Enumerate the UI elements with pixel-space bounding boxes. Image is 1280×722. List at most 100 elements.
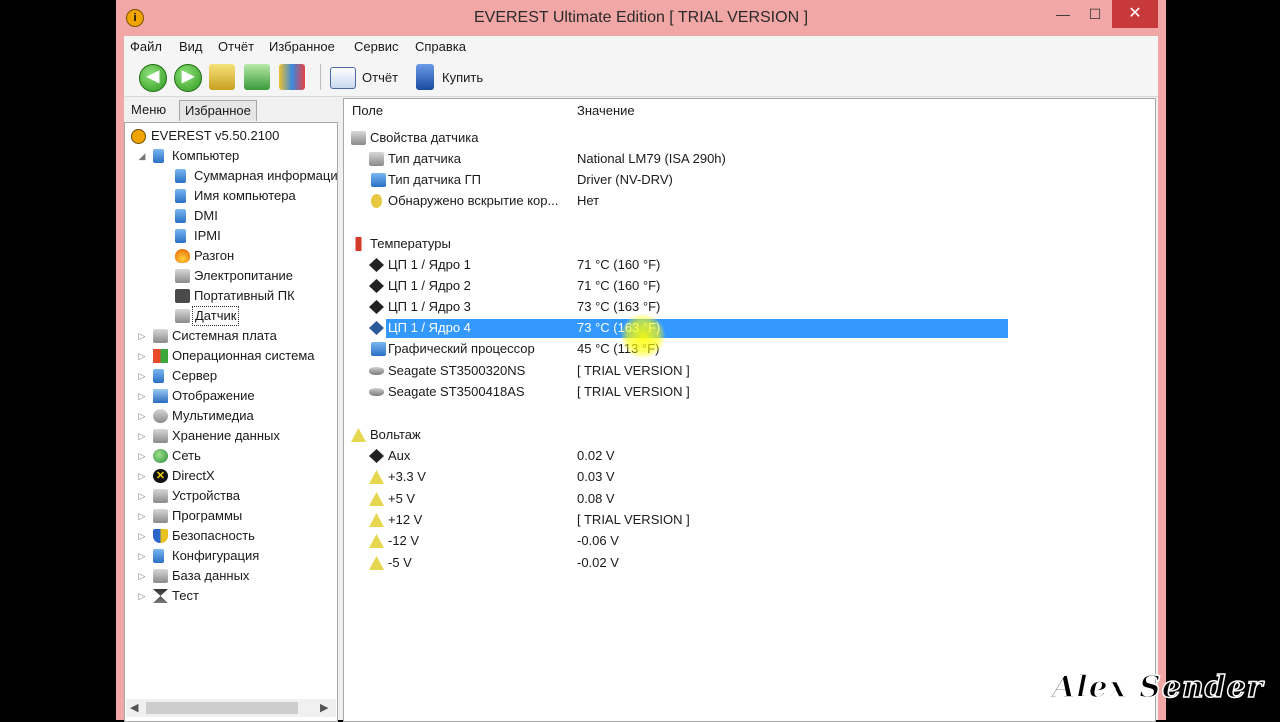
database-icon xyxy=(153,569,168,583)
tab-favorites[interactable]: Избранное xyxy=(179,100,257,121)
motherboard-icon xyxy=(153,329,168,343)
table-row[interactable]: +5 V 0.08 V xyxy=(344,489,1155,509)
tree-item-network[interactable]: ▷ Сеть xyxy=(125,446,337,466)
menu-service[interactable]: Сервис xyxy=(354,39,399,54)
report-button-label[interactable]: Отчёт xyxy=(362,70,398,85)
expand-arrow-icon[interactable]: ◢ xyxy=(137,146,147,166)
programs-icon xyxy=(153,509,168,523)
table-row[interactable]: -5 V -0.02 V xyxy=(344,553,1155,573)
title-bar[interactable]: i EVEREST Ultimate Edition [ TRIAL VERSI… xyxy=(116,0,1166,36)
menu-help[interactable]: Справка xyxy=(415,39,466,54)
table-row[interactable]: Seagate ST3500418AS [ TRIAL VERSION ] xyxy=(344,382,1155,402)
field-cell: ЦП 1 / Ядро 1 xyxy=(388,257,471,272)
tree-item-laptop[interactable]: Портативный ПК xyxy=(125,286,337,306)
group-temperatures: Температуры xyxy=(344,234,1155,254)
close-button[interactable]: ✕ xyxy=(1112,0,1158,28)
expand-arrow-icon[interactable]: ▷ xyxy=(137,526,147,546)
menu-report[interactable]: Отчёт xyxy=(218,39,254,54)
tree-item-security[interactable]: ▷ Безопасность xyxy=(125,526,337,546)
expand-arrow-icon[interactable]: ▷ xyxy=(137,446,147,466)
tree-item-os[interactable]: ▷ Операционная система xyxy=(125,346,337,366)
menu-file[interactable]: Файл xyxy=(130,39,162,54)
table-row[interactable]: Обнаружено вскрытие кор... Нет xyxy=(344,191,1155,211)
expand-arrow-icon[interactable]: ▷ xyxy=(137,466,147,486)
tree-item-computer[interactable]: ◢ Компьютер xyxy=(125,146,337,166)
column-header-field[interactable]: Поле xyxy=(352,103,383,118)
expand-arrow-icon[interactable]: ▷ xyxy=(137,346,147,366)
tree-item-test[interactable]: ▷ Тест xyxy=(125,586,337,606)
buy-button-label[interactable]: Купить xyxy=(442,70,483,85)
expand-arrow-icon[interactable]: ▷ xyxy=(137,406,147,426)
sensor-chip-icon xyxy=(175,309,190,323)
tree-item-root[interactable]: EVEREST v5.50.2100 xyxy=(125,126,337,146)
scroll-left-icon[interactable]: ◀ xyxy=(130,701,138,714)
table-row[interactable]: +12 V [ TRIAL VERSION ] xyxy=(344,510,1155,530)
tree-item-dmi[interactable]: DMI xyxy=(125,206,337,226)
value-cell: -0.02 V xyxy=(577,555,619,570)
tree-item-directx[interactable]: ▷ ✕ DirectX xyxy=(125,466,337,486)
minimize-button[interactable]: — xyxy=(1048,0,1078,28)
selection-highlight xyxy=(386,319,1008,338)
menu-bar: Файл Вид Отчёт Избранное Сервис Справка xyxy=(124,36,1158,58)
tree-item-overclock[interactable]: Разгон xyxy=(125,246,337,266)
table-row[interactable]: Тип датчика National LM79 (ISA 290h) xyxy=(344,149,1155,169)
expand-arrow-icon[interactable]: ▷ xyxy=(137,506,147,526)
tree-item-config[interactable]: ▷ Конфигурация xyxy=(125,546,337,566)
table-row[interactable]: Тип датчика ГП Driver (NV-DRV) xyxy=(344,170,1155,190)
column-header-value[interactable]: Значение xyxy=(577,103,635,118)
field-cell: ЦП 1 / Ядро 4 xyxy=(388,320,471,335)
tree-label: Сеть xyxy=(172,448,201,463)
table-row[interactable]: Графический процессор 45 °C (113 °F) xyxy=(344,339,1155,359)
table-row[interactable]: Seagate ST3500320NS [ TRIAL VERSION ] xyxy=(344,361,1155,381)
tree-item-display[interactable]: ▷ Отображение xyxy=(125,386,337,406)
tree-item-storage[interactable]: ▷ Хранение данных xyxy=(125,426,337,446)
sensor-chip-icon xyxy=(369,152,384,166)
refresh-icon[interactable] xyxy=(244,64,270,90)
tree-item-computer-name[interactable]: Имя компьютера xyxy=(125,186,337,206)
menu-view[interactable]: Вид xyxy=(179,39,203,54)
tree-item-sensor[interactable]: Датчик xyxy=(125,306,337,326)
expand-arrow-icon[interactable]: ▷ xyxy=(137,546,147,566)
value-cell: Нет xyxy=(577,193,600,208)
scroll-right-icon[interactable]: ▶ xyxy=(320,701,328,714)
menu-favorites[interactable]: Избранное xyxy=(269,39,335,54)
up-folder-icon[interactable] xyxy=(209,64,235,90)
field-cell: Тип датчика xyxy=(388,151,462,166)
tree-label: Хранение данных xyxy=(172,428,280,443)
table-row[interactable]: -12 V -0.06 V xyxy=(344,531,1155,551)
tree-item-devices[interactable]: ▷ Устройства xyxy=(125,486,337,506)
table-row-selected[interactable]: ЦП 1 / Ядро 4 73 °C (163 °F) xyxy=(344,318,1155,338)
expand-arrow-icon[interactable]: ▷ xyxy=(137,486,147,506)
expand-arrow-icon[interactable]: ▷ xyxy=(137,426,147,446)
expand-arrow-icon[interactable]: ▷ xyxy=(137,366,147,386)
table-row[interactable]: ЦП 1 / Ядро 3 73 °C (163 °F) xyxy=(344,297,1155,317)
expand-arrow-icon[interactable]: ▷ xyxy=(137,386,147,406)
maximize-button[interactable]: ☐ xyxy=(1080,0,1110,28)
table-row[interactable]: ЦП 1 / Ядро 2 71 °C (160 °F) xyxy=(344,276,1155,296)
tree-item-summary[interactable]: Суммарная информация xyxy=(125,166,337,186)
users-icon[interactable] xyxy=(279,64,305,90)
expand-arrow-icon[interactable]: ▷ xyxy=(137,326,147,346)
everest-window: i EVEREST Ultimate Edition [ TRIAL VERSI… xyxy=(116,0,1166,722)
table-row[interactable]: Aux 0.02 V xyxy=(344,446,1155,466)
tree-item-motherboard[interactable]: ▷ Системная плата xyxy=(125,326,337,346)
expand-arrow-icon[interactable]: ▷ xyxy=(137,586,147,606)
scroll-thumb[interactable] xyxy=(146,702,298,714)
tree-item-power[interactable]: Электропитание xyxy=(125,266,337,286)
expand-arrow-icon[interactable]: ▷ xyxy=(137,566,147,586)
table-row[interactable]: ЦП 1 / Ядро 1 71 °C (160 °F) xyxy=(344,255,1155,275)
back-arrow-icon[interactable]: ◀ xyxy=(139,64,167,92)
tree-horizontal-scrollbar[interactable]: ◀ ▶ xyxy=(126,699,336,717)
forward-arrow-icon[interactable]: ▶ xyxy=(174,64,202,92)
cpu-icon xyxy=(369,300,384,314)
tree-item-database[interactable]: ▷ База данных xyxy=(125,566,337,586)
cart-icon[interactable] xyxy=(416,64,434,90)
tree-label: Имя компьютера xyxy=(194,188,296,203)
tree-item-ipmi[interactable]: IPMI xyxy=(125,226,337,246)
tree-item-programs[interactable]: ▷ Программы xyxy=(125,506,337,526)
table-row[interactable]: +3.3 V 0.03 V xyxy=(344,467,1155,487)
tab-menu[interactable]: Меню xyxy=(126,100,171,120)
report-icon[interactable] xyxy=(330,67,356,89)
tree-item-multimedia[interactable]: ▷ Мультимедиа xyxy=(125,406,337,426)
tree-item-server[interactable]: ▷ Сервер xyxy=(125,366,337,386)
